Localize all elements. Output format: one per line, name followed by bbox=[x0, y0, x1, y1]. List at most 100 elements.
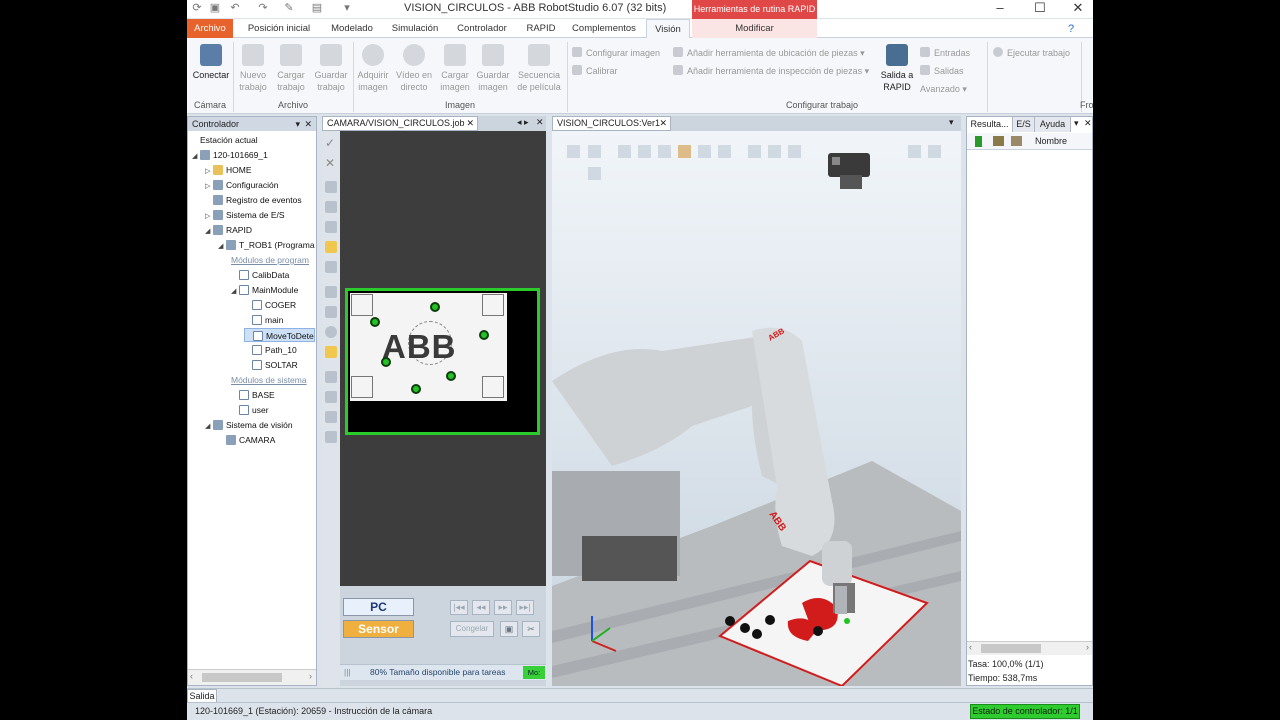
cargar-imagen-button[interactable]: Cargar imagen bbox=[437, 44, 473, 93]
tree-item[interactable]: Path_10 bbox=[244, 343, 297, 357]
record-icon[interactable] bbox=[325, 326, 337, 338]
pan-icon[interactable] bbox=[325, 286, 337, 298]
tree-item[interactable]: user bbox=[231, 403, 269, 417]
close-tab-icon[interactable]: ✕ bbox=[466, 117, 474, 130]
anadir-ubicacion-button[interactable]: Añadir herramienta de ubicación de pieza… bbox=[673, 47, 865, 59]
expand-arrow-icon[interactable]: ▷ bbox=[205, 180, 213, 194]
entradas-button[interactable]: Entradas bbox=[920, 47, 970, 59]
tree-item[interactable]: ◢ 120-101669_1 bbox=[192, 148, 268, 162]
results-close-icon[interactable]: ✕ bbox=[1084, 118, 1092, 129]
congelar-button[interactable]: Congelar bbox=[450, 621, 494, 637]
tab-controlador[interactable]: Controlador bbox=[449, 19, 515, 38]
zoom-100-icon[interactable] bbox=[325, 241, 337, 253]
expand-arrow-icon[interactable]: ◢ bbox=[205, 420, 213, 434]
minimize-button[interactable]: – bbox=[985, 1, 1015, 17]
tree-item[interactable]: main bbox=[244, 313, 283, 327]
controller-state-badge[interactable]: Estado de controlador: 1/1 bbox=[970, 704, 1080, 719]
view-menu-icon[interactable]: ▾ bbox=[949, 117, 954, 128]
snapshot-icon[interactable]: ▣ bbox=[500, 621, 518, 637]
tab-3d-view[interactable]: VISION_CIRCULOS:Ver1 ✕ bbox=[552, 116, 671, 131]
tab-vision[interactable]: Visión bbox=[646, 19, 690, 39]
zoom-fit-icon[interactable] bbox=[325, 221, 337, 233]
close-tab-icon[interactable]: ✕ bbox=[659, 117, 667, 130]
calibrar-button[interactable]: Calibrar bbox=[572, 65, 618, 77]
tab-es[interactable]: E/S bbox=[1013, 117, 1035, 132]
customize-quickaccess-icon[interactable]: ▾ bbox=[341, 2, 353, 14]
graphics-icon[interactable] bbox=[325, 306, 337, 318]
scroll-left-icon[interactable]: ‹ bbox=[190, 671, 193, 681]
scroll-right-icon[interactable]: › bbox=[309, 671, 312, 681]
zoom-in-icon[interactable] bbox=[325, 181, 337, 193]
document-icon[interactable]: ▤ bbox=[311, 2, 323, 14]
tab-salida[interactable]: Salida bbox=[187, 689, 217, 703]
pc-mode-button[interactable]: PC bbox=[343, 598, 414, 616]
column-nombre[interactable]: Nombre bbox=[1035, 136, 1067, 146]
sensor-mode-button[interactable]: Sensor bbox=[343, 620, 414, 638]
tab-ayuda[interactable]: Ayuda bbox=[1035, 117, 1071, 132]
tab-scroll-icon[interactable]: ◂ ▸ bbox=[517, 117, 529, 128]
next-frame-button[interactable]: ▸▸ bbox=[494, 600, 512, 615]
zoom-fill-icon[interactable] bbox=[325, 261, 337, 273]
ejecutar-trabajo-button[interactable]: Ejecutar trabajo bbox=[993, 47, 1070, 59]
tree-item[interactable]: Módulos de program bbox=[231, 253, 309, 267]
tree-item[interactable]: Módulos de sistema bbox=[231, 373, 307, 387]
maximize-button[interactable]: ☐ bbox=[1025, 1, 1055, 17]
salida-rapid-button[interactable]: Salida a RAPID bbox=[877, 44, 917, 93]
tree-item[interactable]: CAMARA bbox=[218, 433, 275, 447]
nuevo-trabajo-button[interactable]: Nuevo trabajo bbox=[235, 44, 271, 93]
anadir-inspeccion-button[interactable]: Añadir herramienta de inspección de piez… bbox=[673, 65, 869, 77]
close-button[interactable]: ✕ bbox=[1063, 1, 1093, 17]
tab-archivo[interactable]: Archivo bbox=[187, 19, 233, 38]
check-icon[interactable]: ✓ bbox=[325, 137, 337, 149]
tool-icon[interactable]: ✎ bbox=[283, 2, 295, 14]
guardar-trabajo-button[interactable]: Guardar trabajo bbox=[311, 44, 351, 93]
tree-item[interactable]: Estación actual bbox=[200, 133, 258, 147]
pane-menu-icon[interactable]: ▾ bbox=[295, 117, 300, 131]
secuencia-pelicula-button[interactable]: Secuencia de película bbox=[513, 44, 565, 93]
expand-arrow-icon[interactable]: ◢ bbox=[218, 240, 226, 254]
video-en-directo-button[interactable]: Vídeo en directo bbox=[393, 44, 435, 93]
scroll-thumb[interactable] bbox=[981, 644, 1041, 653]
expand-arrow-icon[interactable]: ◢ bbox=[205, 225, 213, 239]
salidas-button[interactable]: Salidas bbox=[920, 65, 964, 77]
scroll-thumb[interactable] bbox=[202, 673, 282, 682]
results-horizontal-scrollbar[interactable]: ‹ › bbox=[967, 641, 1092, 655]
first-frame-button[interactable]: |◂◂ bbox=[450, 600, 468, 615]
tree-item[interactable]: SOLTAR bbox=[244, 358, 298, 372]
previous-frame-button[interactable]: ◂◂ bbox=[472, 600, 490, 615]
results-menu-icon[interactable]: ▾ bbox=[1074, 118, 1079, 129]
3d-viewport[interactable]: ABB ABB bbox=[552, 131, 961, 686]
tree-item[interactable]: CalibData bbox=[231, 268, 289, 282]
avanzado-button[interactable]: Avanzado ▾ bbox=[920, 83, 967, 95]
tree-item[interactable]: BASE bbox=[231, 388, 275, 402]
job-image-canvas[interactable]: ABB bbox=[340, 131, 546, 586]
last-frame-button[interactable]: ▸▸| bbox=[516, 600, 534, 615]
redo-icon[interactable]: ↷ bbox=[257, 2, 269, 14]
expand-arrow-icon[interactable]: ◢ bbox=[231, 285, 239, 299]
tree-item[interactable]: ◢ MainModule bbox=[231, 283, 298, 297]
scroll-right-icon[interactable]: › bbox=[1086, 642, 1089, 652]
tree-item[interactable]: MoveToDete bbox=[244, 328, 315, 342]
zoom-out-icon[interactable] bbox=[325, 201, 337, 213]
help-icon[interactable]: ? bbox=[1065, 23, 1077, 35]
expand-arrow-icon[interactable]: ◢ bbox=[192, 150, 200, 164]
tree-item[interactable]: ◢ T_ROB1 (Programa bbox=[218, 238, 315, 252]
expand-arrow-icon[interactable]: ▷ bbox=[205, 210, 213, 224]
adquirir-imagen-button[interactable]: Adquirir imagen bbox=[355, 44, 391, 93]
tab-vision-job[interactable]: CAMARA/VISION_CIRCULOS.job ✕ bbox=[322, 116, 478, 131]
conectar-button[interactable]: Conectar bbox=[191, 44, 231, 81]
cargar-trabajo-button[interactable]: Cargar trabajo bbox=[273, 44, 309, 93]
flow-icon[interactable] bbox=[325, 391, 337, 403]
tree-item[interactable]: COGER bbox=[244, 298, 296, 312]
save-icon[interactable]: ▣ bbox=[209, 2, 221, 14]
tree-item[interactable]: ▷ Configuración bbox=[205, 178, 278, 192]
workflow-icon[interactable] bbox=[325, 371, 337, 383]
tree-item[interactable]: ◢ RAPID bbox=[205, 223, 252, 237]
tree-item[interactable]: ▷ Sistema de E/S bbox=[205, 208, 285, 222]
tab-modelado[interactable]: Modelado bbox=[323, 19, 381, 38]
download-icon[interactable] bbox=[325, 431, 337, 443]
horizontal-scrollbar[interactable]: ‹ › bbox=[188, 669, 316, 685]
tab-rapid[interactable]: RAPID bbox=[521, 19, 561, 38]
edit-icon[interactable] bbox=[325, 411, 337, 423]
tree-item[interactable]: ◢ Sistema de visión bbox=[205, 418, 293, 432]
